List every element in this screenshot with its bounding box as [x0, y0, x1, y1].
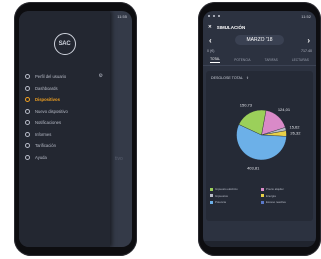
- devices-icon: [25, 97, 30, 103]
- legend-label: Exceso reactiva: [266, 200, 286, 204]
- drawer-menu: Perfil del usuario ⚙ Dashboards Dispositivo…: [19, 71, 110, 163]
- tab-tarifas[interactable]: TARIFAS: [265, 58, 278, 62]
- bottom-strip: [203, 241, 316, 247]
- legend-label: Impuestos: [215, 193, 228, 198]
- tab-bar: TOTAL POTENCIA TARIFAS LECTURAS: [203, 55, 316, 66]
- drawer-item-label: Ayuda: [35, 154, 47, 160]
- pie-chart: 124,01 15,62 26,32 403,81 150,73: [236, 102, 301, 170]
- legend-swatch: [261, 194, 264, 197]
- chart-legend: Impuesto eléctrico Precio alquiler Impuest…: [210, 187, 310, 204]
- drawer-item[interactable]: Informes: [19, 129, 110, 141]
- drawer-item-label: Dashboards: [35, 85, 58, 91]
- user-icon: [25, 74, 30, 80]
- dashboard-icon: [25, 85, 30, 91]
- help-icon: [25, 154, 30, 160]
- next-month-icon[interactable]: ›: [307, 36, 310, 45]
- info-right: 717.40: [301, 49, 312, 53]
- status-time: 11:55: [117, 13, 127, 19]
- tariff-icon: [25, 143, 30, 149]
- legend-swatch: [261, 187, 264, 191]
- drawer-item[interactable]: Tarificación: [19, 140, 110, 152]
- drawer-item[interactable]: Ayuda: [19, 152, 110, 164]
- pie-slice-label: 26,32: [290, 131, 301, 136]
- legend-swatch: [261, 200, 264, 204]
- background-text: tivo: [115, 156, 123, 162]
- drawer-item-label: Dispositivos: [35, 97, 60, 103]
- close-icon[interactable]: ✕: [208, 24, 212, 30]
- pie-slice-label: 403,81: [247, 165, 260, 170]
- pie-slice-label: 15,62: [290, 124, 301, 129]
- status-icons: [208, 15, 220, 17]
- month-label[interactable]: MARZO '18: [234, 35, 285, 45]
- legend-swatch: [210, 200, 213, 204]
- tab-lecturas[interactable]: LECTURAS: [292, 58, 309, 62]
- drawer-item[interactable]: Notificaciones: [19, 117, 110, 129]
- drawer-item-label: Notificaciones: [35, 120, 62, 126]
- legend-swatch: [210, 187, 213, 191]
- legend-item: Potencia: [210, 200, 259, 204]
- previous-month-icon[interactable]: ‹: [209, 36, 212, 45]
- legend-item: Exceso reactiva: [261, 200, 310, 204]
- tab-total[interactable]: TOTAL: [210, 57, 221, 63]
- drawer-item[interactable]: Nuevo dispositivo: [19, 106, 110, 118]
- drawer-item-label: Tarificación: [35, 143, 56, 149]
- tab-potencia[interactable]: POTENCIA: [234, 58, 250, 62]
- drawer-item-label: Perfil del usuario: [35, 74, 67, 80]
- add-icon: [25, 108, 30, 114]
- app-bar: ✕ SIMULACIÓN: [203, 21, 316, 33]
- gear-icon[interactable]: ⚙: [99, 73, 103, 79]
- info-left: 0 (€): [207, 49, 215, 53]
- status-time: 11:52: [301, 13, 311, 19]
- pie-slice-label: 150,73: [240, 102, 253, 107]
- legend-swatch: [210, 194, 213, 197]
- drawer-item-label: Nuevo dispositivo: [35, 108, 68, 114]
- drawer-item[interactable]: Dispositivos: [19, 94, 110, 106]
- navigation-drawer: SAC Perfil del usuario ⚙ Dashboards Disposi…: [19, 11, 110, 247]
- drawer-item[interactable]: Perfil del usuario ⚙: [19, 71, 110, 83]
- status-bar: 11:52: [203, 11, 316, 21]
- legend-label: Impuesto eléctrico: [215, 187, 238, 191]
- drawer-item-label: Informes: [35, 131, 52, 137]
- left-phone: 11:55 tivo SAC Perfil del usuario ⚙ Dashbo…: [14, 2, 137, 256]
- legend-label: Energía: [266, 193, 276, 198]
- legend-item: Impuesto eléctrico: [210, 187, 259, 191]
- info-row: 0 (€) 717.40: [203, 47, 316, 55]
- month-selector: ‹ MARZO '18 ›: [203, 33, 316, 47]
- left-screen: 11:55 tivo SAC Perfil del usuario ⚙ Dashbo…: [19, 11, 132, 247]
- legend-label: Potencia: [215, 200, 226, 204]
- legend-label: Precio alquiler: [266, 187, 284, 191]
- bell-icon: [25, 120, 30, 126]
- report-icon: [25, 131, 30, 137]
- page-title: SIMULACIÓN: [216, 24, 246, 30]
- app-logo: SAC: [53, 33, 76, 55]
- legend-item: Energía: [261, 194, 310, 198]
- right-screen: 11:52 ✕ SIMULACIÓN ‹ MARZO '18 › 0 (€) 7…: [203, 11, 316, 247]
- legend-item: Impuestos: [210, 194, 259, 198]
- breakdown-card: DESGLOSE TOTAL ⇪ 124,01 15,62 26,32 403,81 1…: [206, 71, 313, 221]
- legend-item: Precio alquiler: [261, 187, 310, 191]
- pie-slice-label: 124,01: [278, 107, 291, 112]
- drawer-item[interactable]: Dashboards: [19, 83, 110, 95]
- right-phone: 11:52 ✕ SIMULACIÓN ‹ MARZO '18 › 0 (€) 7…: [198, 2, 321, 256]
